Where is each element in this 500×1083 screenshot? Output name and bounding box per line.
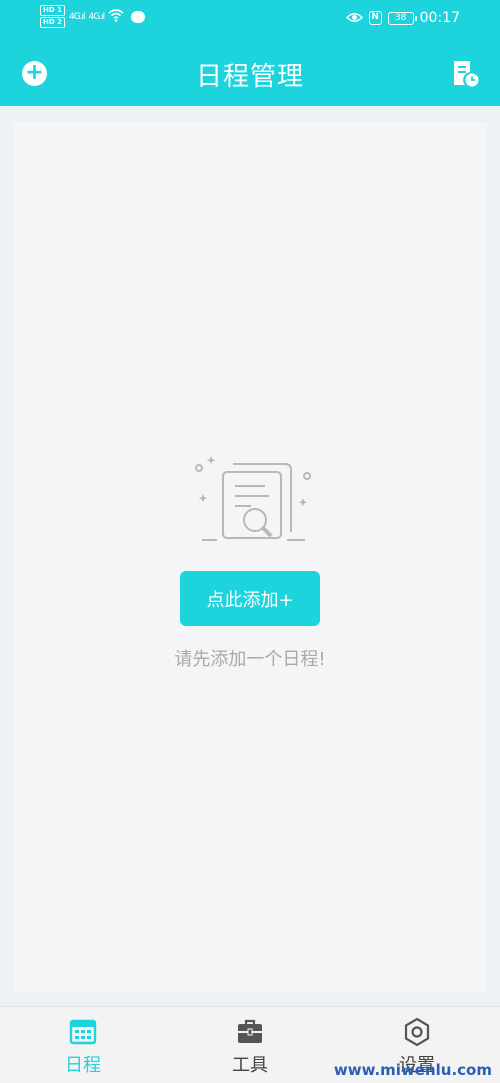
calendar-icon [68,1017,98,1047]
app-header: + 日程管理 [0,36,500,106]
tab-tools[interactable]: 工具 [190,1017,310,1077]
clock-time: 00:17 [419,10,460,26]
signal1-icon: 4G.ıl [68,11,86,22]
toolbox-icon [235,1017,265,1047]
hd2-badge: HD 2 [40,17,65,28]
chat-bubble-icon [131,10,146,23]
document-clock-icon[interactable] [450,58,480,88]
hd-indicators: HD 1 HD 2 [40,5,65,28]
status-bar: HD 1 HD 2 4G.ıl 4G.ıl N 38 00:17 [0,0,500,36]
battery-icon: 38 [387,11,417,25]
wifi-icon [108,8,124,26]
status-left: HD 1 HD 2 4G.ıl 4G.ıl [40,5,146,28]
tab-tools-label: 工具 [232,1055,268,1076]
empty-hint-text: 请先添加一个日程! [174,649,326,670]
top-bar: HD 1 HD 2 4G.ıl 4G.ıl N 38 00:17 + 日程管理 [0,0,500,106]
tab-schedule[interactable]: 日程 [23,1017,143,1077]
signal2-icon: 4G.ıl [88,11,106,22]
add-schedule-button[interactable]: 点此添加+ [180,571,320,626]
settings-hexagon-icon [402,1017,432,1047]
eye-icon [345,9,363,27]
nfc-icon: N [368,11,382,25]
page-title: 日程管理 [195,62,304,92]
status-right: N 38 00:17 [345,9,460,27]
schedule-list-area: 点此添加+ 请先添加一个日程! [13,122,487,992]
tab-schedule-label: 日程 [65,1055,101,1076]
hd1-badge: HD 1 [40,5,65,16]
document-search-icon [187,452,317,552]
watermark-text: www.miwenlu.com [333,1061,492,1079]
